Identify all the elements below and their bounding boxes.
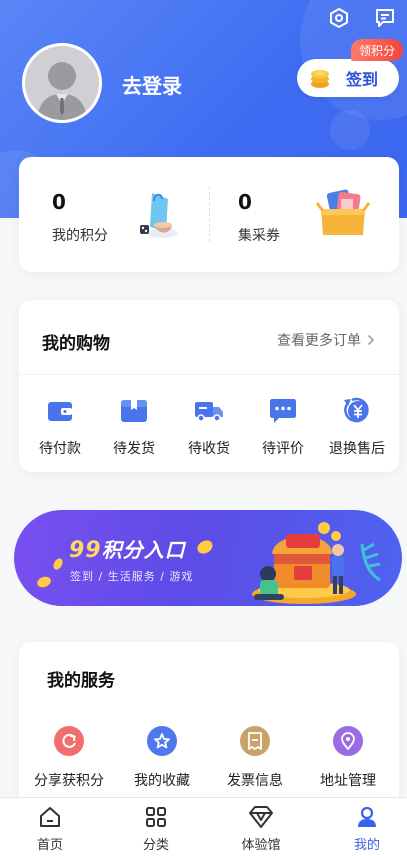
wallet-icon [45, 396, 75, 426]
service-label: 分享获积分 [34, 773, 104, 789]
service-invoice[interactable]: 发票信息 [210, 726, 300, 790]
service-favorites[interactable]: 我的收藏 [117, 726, 207, 790]
order-pending-review[interactable]: 待评价 [245, 396, 321, 458]
banner-title-text: 积分入口 [101, 538, 186, 562]
divider [19, 374, 399, 375]
order-pending-shipment[interactable]: 待发货 [96, 396, 172, 458]
login-link[interactable]: 去登录 [122, 70, 182, 99]
services-title: 我的服务 [47, 671, 115, 691]
bottom-tab-bar: 首页 分类 体验馆 我的 [0, 797, 407, 856]
location-icon [333, 726, 363, 756]
shopping-bag-illustration-icon [132, 187, 188, 247]
checkin-button[interactable]: 签到 [297, 59, 399, 97]
shopping-title: 我的购物 [42, 334, 110, 354]
order-pending-payment[interactable]: 待付款 [22, 396, 98, 458]
share-icon [54, 726, 84, 756]
banner-prefix: 99 [69, 538, 102, 563]
tab-experience[interactable]: 体验馆 [226, 804, 296, 853]
coin-decoration-icon [34, 556, 68, 600]
coupon-wallet-illustration-icon [315, 189, 371, 245]
tab-label: 我的 [353, 838, 380, 853]
order-label: 待收货 [188, 441, 230, 457]
service-label: 发票信息 [227, 773, 283, 789]
order-label: 退换售后 [329, 441, 385, 457]
package-icon [119, 396, 149, 426]
points-entry-banner[interactable]: 99积分入口 签到 / 生活服务 / 游戏 [14, 510, 402, 606]
treasure-chest-illustration-icon [224, 514, 384, 606]
tab-label: 分类 [142, 838, 169, 853]
default-avatar-icon [25, 46, 99, 120]
message-icon[interactable] [372, 5, 398, 31]
service-label: 地址管理 [320, 773, 376, 789]
tab-label: 体验馆 [241, 838, 281, 853]
chevron-right-icon [367, 334, 375, 346]
banner-subtitle: 签到 / 生活服务 / 游戏 [70, 570, 194, 583]
order-refund[interactable]: 退换售后 [319, 396, 395, 458]
my-points-label[interactable]: 我的积分 [52, 225, 108, 245]
refund-yuan-icon [342, 396, 372, 426]
tab-category[interactable]: 分类 [121, 804, 191, 853]
tab-label: 首页 [36, 838, 63, 853]
order-label: 待发货 [113, 441, 155, 457]
view-more-orders-link[interactable]: 查看更多订单 [277, 330, 375, 350]
avatar[interactable] [22, 43, 102, 123]
service-label: 我的收藏 [134, 773, 190, 789]
order-label: 待评价 [262, 441, 304, 457]
my-points-value: 0 [52, 190, 66, 214]
tab-home[interactable]: 首页 [15, 804, 85, 853]
shopping-card: 我的购物 查看更多订单 待付款 待发货 待收货 待评价 退换售后 [19, 300, 399, 472]
star-icon [147, 726, 177, 756]
points-card: 0 我的积分 0 集采券 [19, 157, 399, 272]
order-label: 待付款 [39, 441, 81, 457]
home-icon [15, 804, 85, 830]
coin-stack-icon [311, 70, 329, 88]
service-address[interactable]: 地址管理 [303, 726, 393, 790]
tab-mine[interactable]: 我的 [332, 804, 402, 853]
service-share-points[interactable]: 分享获积分 [24, 726, 114, 790]
invoice-icon [240, 726, 270, 756]
coupons-label[interactable]: 集采券 [238, 225, 280, 245]
divider [209, 187, 210, 242]
points-badge: 领积分 [351, 39, 404, 61]
banner-title: 99积分入口 [69, 534, 186, 563]
coin-decoration-icon [194, 536, 216, 562]
user-icon [332, 804, 402, 830]
coupons-value: 0 [238, 190, 252, 214]
view-more-label: 查看更多订单 [277, 333, 361, 349]
order-pending-receipt[interactable]: 待收货 [171, 396, 247, 458]
diamond-icon [226, 804, 296, 830]
checkin-label: 签到 [346, 70, 379, 89]
truck-icon [194, 396, 224, 426]
services-card: 我的服务 分享获积分 我的收藏 发票信息 地址管理 [19, 642, 399, 812]
category-icon [121, 804, 191, 830]
settings-icon[interactable] [326, 5, 352, 31]
comment-icon [268, 396, 298, 426]
